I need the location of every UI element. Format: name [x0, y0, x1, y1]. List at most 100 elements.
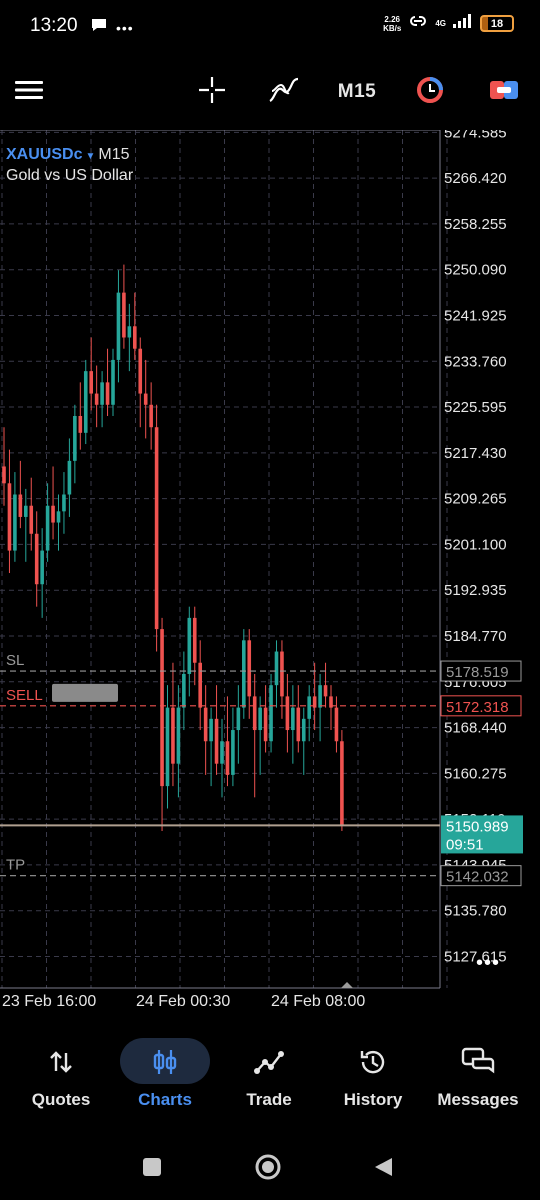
- tab-history[interactable]: History: [323, 1030, 423, 1120]
- candle-body: [252, 696, 257, 731]
- trend-line-icon: [251, 1044, 287, 1080]
- hamburger-icon: [15, 79, 43, 106]
- candle-body: [122, 292, 126, 338]
- price-tick-label: 5225.595: [444, 399, 507, 416]
- chart-more-button[interactable]: •••: [476, 952, 500, 975]
- one-click-trading-button[interactable]: [412, 72, 448, 112]
- price-tick-label: 5209.265: [444, 491, 507, 508]
- candle-body: [56, 511, 61, 523]
- candle-body: [231, 730, 235, 775]
- sort-arrows-icon: [43, 1044, 79, 1080]
- candle-body: [154, 427, 159, 630]
- candle-body: [340, 741, 344, 826]
- menu-button[interactable]: [14, 72, 44, 112]
- clock-gauge-icon: [415, 75, 445, 110]
- tab-quotes[interactable]: Quotes: [11, 1030, 111, 1120]
- candle-body: [258, 707, 262, 731]
- chart-shift-marker: [341, 982, 353, 988]
- candle-body: [176, 707, 181, 764]
- price-tick-label: 5266.420: [444, 170, 507, 187]
- price-tick-label: 5233.760: [444, 353, 507, 370]
- candle-body: [263, 707, 268, 742]
- candle-body: [133, 326, 137, 349]
- time-tick-label: 24 Feb 08:00: [271, 993, 365, 1010]
- candle-body: [165, 707, 170, 787]
- candle-body: [291, 707, 295, 731]
- candle-body: [280, 651, 284, 697]
- symbol-description: Gold vs US Dollar: [6, 167, 134, 184]
- triangle-back-icon: [372, 1156, 394, 1183]
- candle-body: [198, 662, 202, 708]
- time-tick-label: 24 Feb 00:30: [136, 993, 230, 1010]
- candle-body: [323, 685, 328, 697]
- symbol-header[interactable]: XAUUSDc ▼ M15: [6, 146, 130, 164]
- chart-toolbar: M15: [0, 62, 540, 122]
- tab-charts[interactable]: Charts: [115, 1030, 215, 1120]
- status-time: 13:20: [30, 15, 78, 36]
- bar-countdown: 09:51: [446, 836, 484, 853]
- tab-messages[interactable]: Messages: [428, 1030, 528, 1120]
- price-tick-label: 5241.925: [444, 307, 507, 324]
- price-tick-label: 5160.275: [444, 765, 507, 782]
- price-tick-label: 5258.255: [444, 216, 507, 233]
- candle-body: [143, 393, 148, 405]
- candle-body: [209, 718, 213, 742]
- candle-body: [40, 550, 44, 585]
- candle-body: [220, 741, 224, 764]
- price-tick-label: 5217.430: [444, 445, 507, 462]
- candle-body: [62, 494, 66, 512]
- back-button[interactable]: [368, 1154, 398, 1184]
- home-button[interactable]: [253, 1154, 283, 1184]
- candle-body: [13, 494, 17, 551]
- candle-body: [301, 718, 306, 742]
- recents-button[interactable]: [137, 1154, 167, 1184]
- candle-body: [73, 416, 77, 461]
- candle-body: [116, 292, 121, 360]
- candle-body: [18, 494, 23, 517]
- tab-trade[interactable]: Trade: [219, 1030, 319, 1120]
- candle-body: [29, 505, 34, 534]
- crosshair-button[interactable]: [194, 72, 230, 112]
- new-order-button[interactable]: [484, 72, 524, 112]
- candle-body: [24, 505, 28, 517]
- tp-label: TP: [6, 857, 25, 874]
- candle-body: [269, 685, 273, 742]
- system-navigation: [0, 1140, 540, 1200]
- candle-body: [160, 629, 164, 787]
- crosshair-icon: [197, 75, 227, 110]
- candle-body: [247, 640, 252, 697]
- bottom-navigation: Quotes Charts Trade History Messages: [0, 1030, 540, 1120]
- candle-body: [105, 382, 110, 405]
- candle-body: [78, 416, 83, 433]
- indicator-wave-icon: [268, 75, 300, 110]
- candlestick-icon: [147, 1044, 183, 1080]
- price-tick-label: 5135.780: [444, 903, 507, 920]
- candle-body: [236, 707, 241, 731]
- sell-price: 5172.318: [446, 699, 509, 716]
- chart-canvas[interactable]: 5274.585 5266.420 5258.255 5250.090 5241.925…: [0, 130, 540, 1010]
- symbol-name[interactable]: XAUUSDc: [6, 146, 82, 163]
- symbol-dropdown-icon[interactable]: ▼: [85, 151, 95, 162]
- candle-body: [83, 371, 88, 433]
- price-tick-label: 5184.770: [444, 628, 507, 645]
- candle-body: [214, 718, 219, 764]
- status-right-icons: 2.26 KB/s 4G 18: [383, 14, 514, 33]
- bid-price: 5150.989: [446, 818, 509, 835]
- timeframe-button[interactable]: M15: [334, 72, 380, 112]
- candle-body: [138, 348, 143, 394]
- net-speed: 2.26 KB/s: [383, 14, 402, 33]
- candle-body: [285, 696, 290, 731]
- indicators-button[interactable]: [266, 72, 302, 112]
- chat-bubble-icon: [90, 17, 108, 38]
- circle-icon: [254, 1153, 282, 1186]
- history-clock-icon: [355, 1044, 391, 1080]
- price-tick-label: 5250.090: [444, 262, 507, 279]
- sell-label: SELL: [6, 687, 43, 704]
- candle-body: [67, 460, 72, 495]
- trade-ticket-icon: [488, 78, 520, 107]
- candle-body: [171, 707, 175, 764]
- price-chart[interactable]: 5274.585 5266.420 5258.255 5250.090 5241.925…: [0, 130, 540, 1010]
- network-type: 4G: [435, 18, 446, 28]
- chat-bubbles-icon: [460, 1044, 496, 1080]
- candle-body: [94, 393, 99, 405]
